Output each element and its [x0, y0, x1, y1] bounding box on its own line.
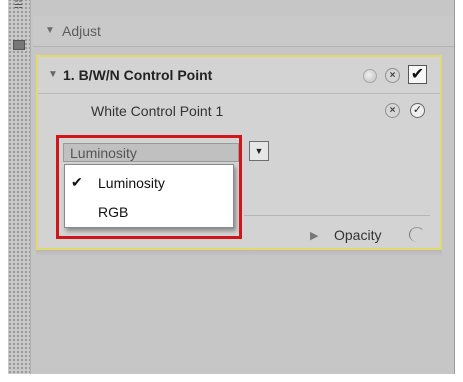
panel-corner-icon — [13, 40, 25, 50]
adjust-section-header[interactable]: ▼ Adjust — [33, 16, 454, 47]
dropdown-arrow-button[interactable]: ▼ — [249, 141, 269, 161]
close-icon[interactable]: × — [385, 68, 400, 83]
highlight-box — [56, 135, 242, 239]
control-point-header[interactable]: ▼ 1. B/W/N Control Point × ✔ — [38, 57, 440, 94]
section-title: Adjust — [62, 23, 101, 39]
divider — [244, 215, 430, 216]
opacity-row[interactable]: ▶ Opacity — [310, 225, 445, 247]
strip-top-icon: ☵ — [14, 0, 23, 11]
opacity-dial-icon[interactable] — [409, 227, 425, 242]
panel-shadow — [36, 250, 442, 256]
control-point-title: 1. B/W/N Control Point — [63, 67, 213, 83]
close-icon[interactable]: × — [385, 103, 400, 118]
opacity-label: Opacity — [334, 227, 382, 243]
enable-checkbox[interactable]: ✔ — [408, 65, 427, 84]
visibility-dot-icon[interactable] — [363, 69, 377, 83]
sub-point-label: White Control Point 1 — [91, 103, 224, 119]
white-control-point-row[interactable]: White Control Point 1 × ✓ — [38, 93, 440, 127]
triangle-down-icon: ▼ — [45, 25, 55, 36]
round-check-icon[interactable]: ✓ — [410, 103, 425, 118]
panel-drag-strip[interactable] — [8, 0, 31, 374]
triangle-down-icon[interactable]: ▼ — [48, 69, 58, 80]
triangle-right-icon[interactable]: ▶ — [310, 229, 318, 242]
